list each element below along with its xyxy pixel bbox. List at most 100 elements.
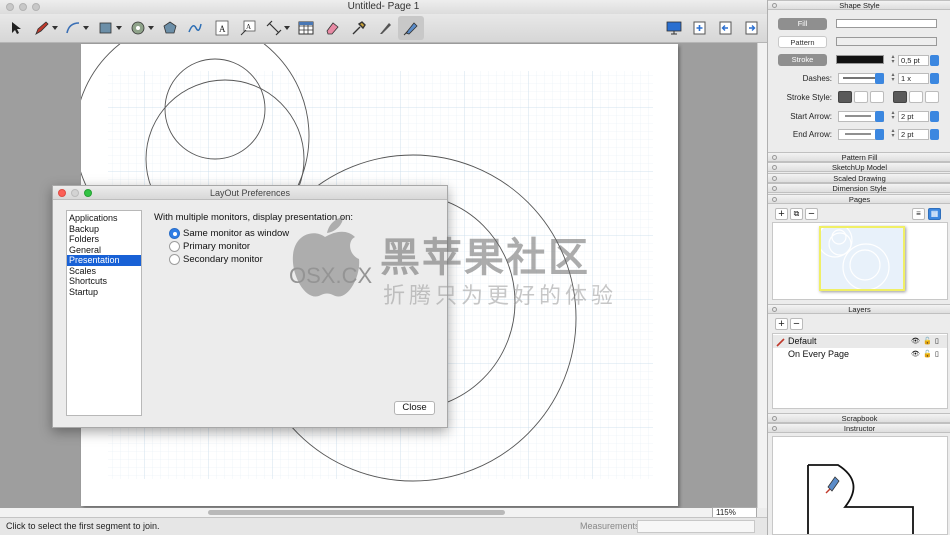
horizontal-scrollbar[interactable] [0,508,757,517]
duplicate-page-button[interactable]: ⧉ [790,208,803,220]
category-backup[interactable]: Backup [67,224,141,235]
add-page-button[interactable]: + [775,208,788,220]
section-title: Pattern Fill [841,153,878,162]
pencil-tool-icon[interactable] [33,16,59,40]
radio-button-selected[interactable] [169,228,180,239]
layer-visibility-icon[interactable]: 👁 [911,335,920,348]
stroke-button[interactable]: Stroke [778,54,827,66]
shape-style-header[interactable]: Shape Style [768,0,950,10]
table-tool-icon[interactable] [297,16,315,40]
category-folders[interactable]: Folders [67,234,141,245]
close-window-button[interactable] [6,3,14,11]
dashes-dropdown[interactable] [875,73,884,84]
category-scales[interactable]: Scales [67,266,141,277]
arc-tool-icon[interactable] [64,16,90,40]
add-page-icon[interactable] [691,16,709,40]
stroke-style-miter[interactable] [838,91,852,103]
label-tool-icon[interactable]: A [239,16,257,40]
end-arrow-size[interactable]: 2 pt [898,129,929,140]
category-presentation[interactable]: Presentation [67,255,141,266]
radio-primary-monitor[interactable]: Primary monitor [169,241,250,252]
stroke-width-stepper[interactable]: ▴ ▾ [890,54,896,66]
category-startup[interactable]: Startup [67,287,141,298]
radio-label: Primary monitor [183,241,251,252]
end-arrow-stepper[interactable]: ▴ ▾ [890,128,896,140]
start-arrow-dropdown[interactable] [875,111,884,122]
pattern-button[interactable]: Pattern [778,36,827,48]
add-layer-button[interactable]: + [775,318,788,330]
scaled-drawing-header[interactable]: Scaled Drawing [768,173,950,183]
dialog-zoom-button[interactable] [84,189,92,197]
dimension-tool-icon[interactable] [265,16,291,40]
layer-row-every-page[interactable]: On Every Page 👁 🔓 ▯ [773,348,947,361]
pattern-swatch[interactable] [836,37,937,46]
start-arrow-size[interactable]: 2 pt [898,111,929,122]
category-general[interactable]: General [67,245,141,256]
category-shortcuts[interactable]: Shortcuts [67,276,141,287]
dash-scale-dropdown[interactable] [930,73,939,84]
previous-page-icon[interactable] [717,16,735,40]
cap-style-square[interactable] [925,91,939,103]
select-tool-icon[interactable] [8,16,24,40]
delete-layer-button[interactable]: − [790,318,803,330]
end-arrow-size-dropdown[interactable] [930,129,939,140]
next-page-icon[interactable] [743,16,761,40]
stroke-color-swatch[interactable] [836,55,884,64]
start-arrow-size-dropdown[interactable] [930,111,939,122]
page-thumbnail[interactable] [819,226,905,291]
dimension-style-header[interactable]: Dimension Style [768,183,950,193]
layer-pages-icon[interactable]: ▯ [935,348,939,361]
cap-style-flat[interactable] [893,91,907,103]
category-applications[interactable]: Applications [67,213,141,224]
sketchup-model-header[interactable]: SketchUp Model [768,162,950,172]
dash-scale-stepper[interactable]: ▴ ▾ [890,72,896,84]
layer-lock-icon[interactable]: 🔓 [923,335,932,348]
eraser-tool-icon[interactable] [323,16,341,40]
thumbnail-view-icon[interactable]: ▦ [928,208,941,220]
circle-tool-icon[interactable] [129,16,155,40]
stroke-width-dropdown[interactable] [930,55,939,66]
split-tool-icon[interactable] [376,16,394,40]
dash-scale-field[interactable]: 1 x [898,73,929,84]
radio-button[interactable] [169,241,180,252]
fill-button[interactable]: Fill [778,18,827,30]
measurements-field[interactable] [637,520,755,533]
presentation-icon[interactable] [665,16,683,40]
cap-style-round[interactable] [909,91,923,103]
pages-header[interactable]: Pages [768,194,950,204]
layer-page-icon[interactable]: ▯ [935,335,939,348]
stroke-width-field[interactable]: 0,5 pt [898,55,929,66]
stroke-style-bevel[interactable] [870,91,884,103]
join-tool-icon[interactable] [398,16,424,40]
text-tool-icon[interactable]: A [213,16,231,40]
watermark-domain: OSX.CX [289,263,373,288]
radio-secondary-monitor[interactable]: Secondary monitor [169,254,263,265]
section-title: Dimension Style [832,184,887,193]
eyedropper-tool-icon[interactable] [350,16,368,40]
zoom-window-button[interactable] [32,3,40,11]
minimize-window-button[interactable] [19,3,27,11]
freehand-tool-icon[interactable] [186,16,204,40]
pattern-fill-header[interactable]: Pattern Fill [768,152,950,162]
dialog-minimize-button[interactable] [71,189,79,197]
radio-same-monitor[interactable]: Same monitor as window [169,228,289,239]
end-arrow-dropdown[interactable] [875,129,884,140]
list-view-icon[interactable]: ≡ [912,208,925,220]
scrollbar-thumb[interactable] [208,510,505,515]
dialog-close-button[interactable] [58,189,66,197]
radio-button[interactable] [169,254,180,265]
rectangle-tool-icon[interactable] [97,16,123,40]
instructor-header[interactable]: Instructor [768,423,950,433]
layers-header[interactable]: Layers [768,304,950,314]
scrapbook-header[interactable]: Scrapbook [768,413,950,423]
layer-visibility-icon[interactable]: 👁 [911,348,920,361]
layer-lock-icon[interactable]: 🔓 [923,348,932,361]
stroke-style-round[interactable] [854,91,868,103]
delete-page-button[interactable]: − [805,208,818,220]
polygon-tool-icon[interactable] [161,16,179,40]
fill-swatch[interactable] [836,19,937,28]
start-arrow-stepper[interactable]: ▴ ▾ [890,110,896,122]
layer-row-default[interactable]: Default 👁 🔓 ▯ [773,335,947,348]
close-button[interactable]: Close [394,401,435,415]
vertical-scrollbar[interactable] [757,43,767,508]
